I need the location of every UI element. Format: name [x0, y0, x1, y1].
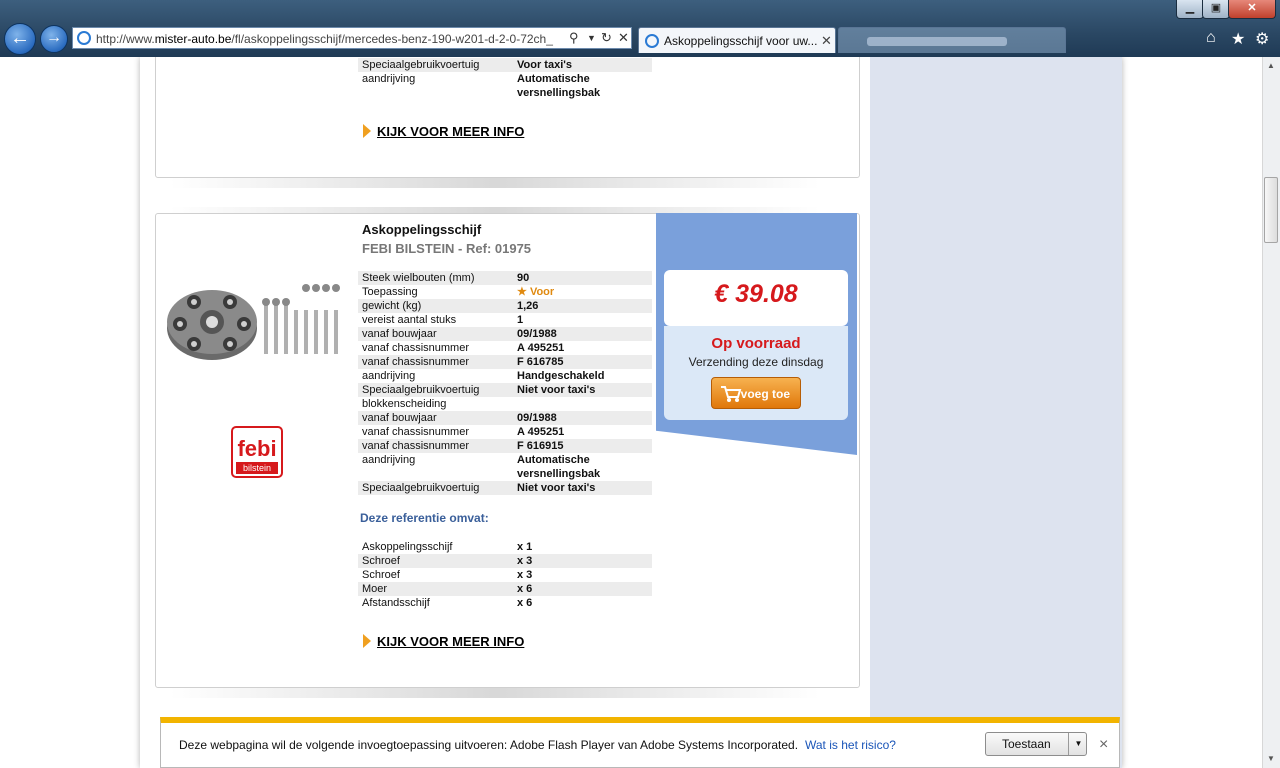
svg-text:febi: febi: [237, 436, 276, 461]
price: € 39.08: [714, 280, 798, 308]
spec-row: vanaf chassisnummer F 616785: [358, 355, 652, 369]
includes-row: Schroef x 3: [358, 554, 652, 568]
search-icon[interactable]: ⚲: [569, 30, 579, 46]
spec-row: Steek wielbouten (mm) 90: [358, 271, 652, 285]
product-card-previous: Speciaalgebruikvoertuig Voor taxi's aandr…: [155, 57, 860, 178]
svg-text:bilstein: bilstein: [243, 463, 271, 473]
dropdown-icon[interactable]: ▼: [587, 33, 596, 43]
includes-row: Askoppelingsschijf x 1: [362, 541, 533, 553]
risk-link[interactable]: Wat is het risico?: [805, 738, 896, 752]
card-shadow: [170, 688, 820, 698]
more-info-link[interactable]: KIJK VOOR MEER INFO: [363, 634, 524, 649]
notification-message: Deze webpagina wil de volgende invoegtoe…: [179, 738, 799, 752]
tab-close-icon[interactable]: ✕: [821, 33, 832, 49]
scroll-thumb[interactable]: [1264, 177, 1278, 243]
back-arrow-icon: ←: [10, 27, 30, 49]
spec-row: gewicht (kg) 1,26: [358, 299, 652, 313]
spec-row: blokkenscheiding: [362, 398, 447, 410]
minimize-button[interactable]: ▁: [1176, 0, 1204, 19]
spec-row: Speciaalgebruikvoertuig Voor taxi's: [358, 58, 652, 72]
maximize-button[interactable]: ▣: [1202, 0, 1230, 19]
more-info-link[interactable]: KIJK VOOR MEER INFO: [363, 124, 524, 139]
spec-row: vanaf chassisnummer A 495251: [362, 426, 565, 438]
spec-row: Speciaalgebruikvoertuig Niet voor taxi's: [358, 481, 652, 495]
tab-title: Askoppelingsschijf voor uw...: [664, 34, 818, 48]
spec-row: vanaf bouwjaar 09/1988: [358, 411, 652, 425]
shipping-info: Verzending deze dinsdag: [688, 355, 824, 369]
add-to-cart-button[interactable]: voeg toe: [711, 377, 801, 409]
arrow-right-icon: [363, 634, 371, 648]
back-button[interactable]: ←: [4, 23, 36, 55]
address-bar[interactable]: http://www.mister-auto.be/fl/askoppeling…: [72, 27, 632, 49]
page-viewport: Speciaalgebruikvoertuig Voor taxi's aandr…: [0, 57, 1262, 768]
card-shadow: [170, 178, 820, 188]
includes-row: Schroef x 3: [362, 569, 533, 581]
forward-button[interactable]: →: [40, 25, 68, 53]
star-icon: ★: [517, 286, 527, 298]
stock-status: Op voorraad: [711, 335, 801, 352]
spec-row: Toepassing ★ Voor: [362, 286, 555, 298]
ie-page-icon: [77, 31, 91, 45]
spec-row: aandrijving Handgeschakeld: [362, 370, 605, 382]
scroll-down-icon[interactable]: ▼: [1267, 754, 1275, 763]
spec-row: vanaf chassisnummer A 495251: [362, 342, 565, 354]
product-card: Askoppelingsschijf FEBI BILSTEIN - Ref: …: [155, 213, 860, 688]
stock-box: Op voorraad Verzending deze dinsdag voeg…: [664, 326, 848, 420]
favorites-star-icon[interactable]: ★: [1231, 29, 1245, 49]
close-icon[interactable]: ×: [1099, 736, 1108, 754]
chevron-down-icon[interactable]: ▼: [1068, 733, 1088, 755]
refresh-icon[interactable]: ↻: [601, 30, 612, 46]
spec-row: vereist aantal stuks 1: [362, 314, 524, 326]
product-brand-ref: FEBI BILSTEIN - Ref: 01975: [362, 241, 532, 256]
plugin-notification-bar: Deze webpagina wil de volgende invoegtoe…: [160, 717, 1120, 768]
content-column: Speciaalgebruikvoertuig Voor taxi's aandr…: [140, 57, 1122, 768]
febi-bilstein-logo: febi bilstein: [231, 426, 283, 478]
url-text: http://www.mister-auto.be/fl/askoppeling…: [96, 32, 553, 46]
price-panel: € 39.08 Op voorraad Verzending deze dins…: [656, 213, 857, 455]
close-window-button[interactable]: ✕: [1228, 0, 1276, 19]
tab-ie-icon: [645, 34, 659, 48]
vertical-scrollbar[interactable]: ▲ ▼: [1262, 57, 1280, 768]
spec-table-previous: Speciaalgebruikvoertuig Voor taxi's aandr…: [358, 58, 652, 100]
spec-row: aandrijving Automatische versnellingsbak: [362, 454, 601, 480]
spec-table: Steek wielbouten (mm) 90 Toepassing ★ Voor…: [358, 271, 652, 495]
cart-icon: [721, 386, 742, 402]
spec-row: vanaf chassisnummer F 616915: [358, 439, 652, 453]
spec-row: vanaf bouwjaar 09/1988: [358, 327, 652, 341]
product-image[interactable]: [164, 276, 349, 371]
product-title[interactable]: Askoppelingsschijf: [362, 222, 481, 237]
stop-icon[interactable]: ✕: [618, 30, 629, 46]
right-sidebar: [870, 57, 1122, 768]
price-box: € 39.08: [664, 270, 848, 326]
spec-row: aandrijving Automatische versnellingsbak: [362, 73, 601, 99]
tab-active[interactable]: Askoppelingsschijf voor uw... ✕: [638, 27, 836, 53]
tab-new[interactable]: [838, 27, 1066, 53]
includes-row: Moer x 6: [358, 582, 652, 596]
forward-arrow-icon: →: [46, 29, 62, 46]
arrow-right-icon: [363, 124, 371, 138]
allow-button[interactable]: Toestaan ▼: [985, 732, 1087, 756]
browser-chrome: ▁ ▣ ✕ ← → http://www.mister-auto.be/fl/a…: [0, 0, 1280, 57]
tab-blurred-title: [867, 37, 1007, 46]
spec-row: Speciaalgebruikvoertuig Niet voor taxi's: [358, 383, 652, 397]
home-icon[interactable]: ⌂: [1206, 29, 1216, 47]
includes-heading: Deze referentie omvat:: [360, 511, 489, 525]
includes-table: Askoppelingsschijf x 1 Schroef x 3 Schroef…: [358, 540, 652, 610]
scroll-up-icon[interactable]: ▲: [1267, 61, 1275, 70]
includes-row: Afstandsschijf x 6: [362, 597, 533, 609]
tools-gear-icon[interactable]: ⚙: [1255, 29, 1269, 49]
